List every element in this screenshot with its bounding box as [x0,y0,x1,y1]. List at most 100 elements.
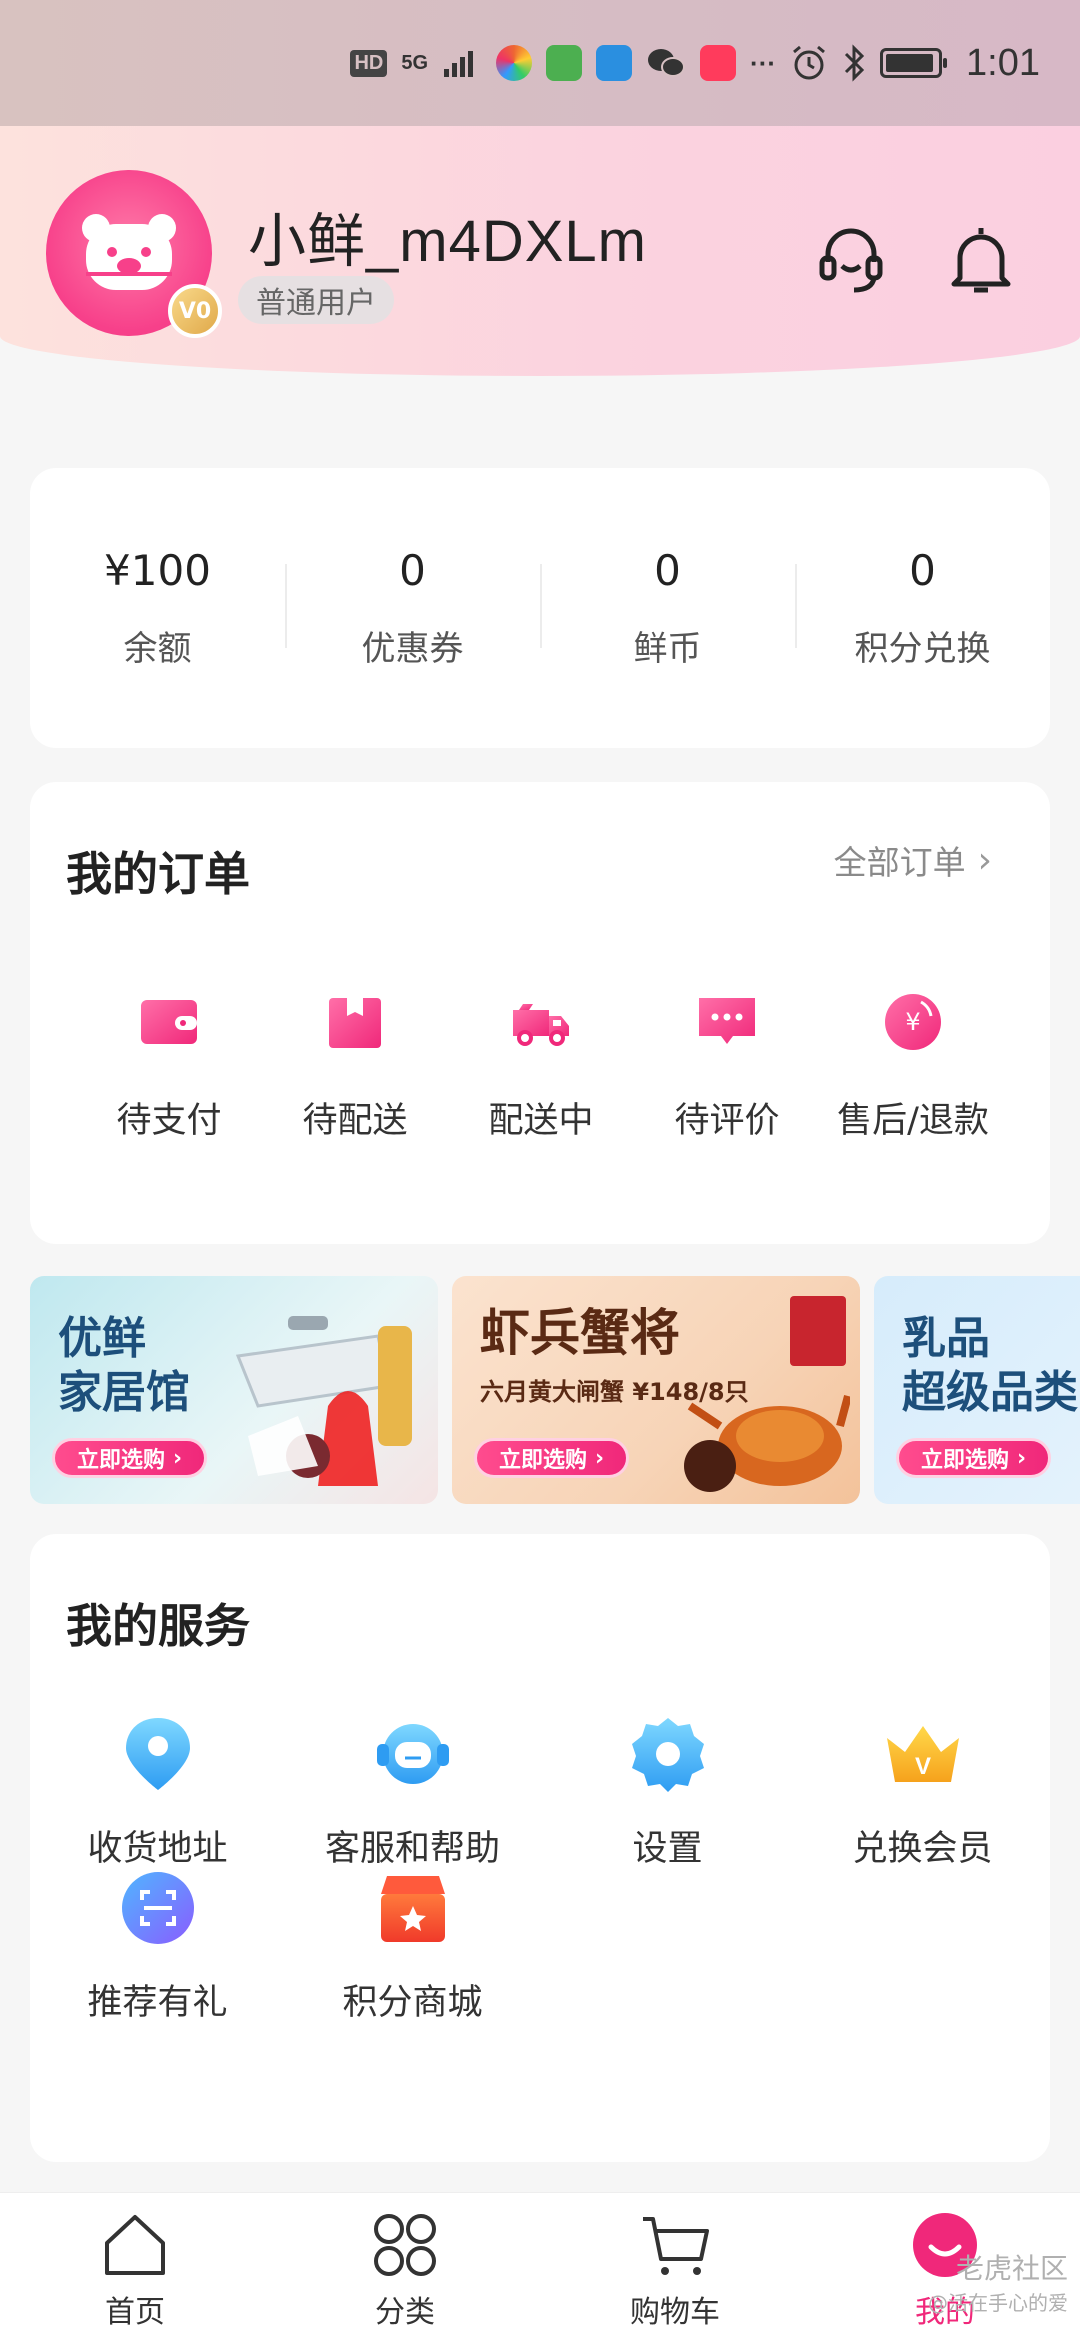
my-orders-card: 我的订单 全部订单 › 待支付 待配送 配送中 待评价 ¥ 售后/退款 [30,782,1050,1244]
transit-app-icon [596,45,633,81]
service-address[interactable]: 收货地址 [30,1714,285,1871]
battery-icon [880,48,948,78]
promo-banner-dairy[interactable]: 乳品 超级品类 立即选购 › [874,1276,1080,1504]
svg-text:V: V [914,1753,930,1780]
bear-mascot-icon [82,214,176,290]
chevron-right-icon: › [977,839,992,881]
svg-text:¥: ¥ [905,1008,920,1036]
order-label: 待配送 [302,1101,408,1141]
order-label: 待支付 [116,1101,222,1141]
nav-label: 首页 [105,2295,165,2330]
order-in-delivery[interactable]: 配送中 [448,990,634,1143]
bluetooth-icon [844,44,865,82]
delivery-truck-icon [513,1004,569,1046]
watermark: 老虎社区 @活在手心的爱 [928,2252,1068,2315]
service-referral[interactable]: 推荐有礼 [30,1868,285,2025]
location-pin-icon [125,1718,190,1790]
wechat-icon [648,49,686,77]
more-notifications: ··· [750,47,777,78]
network-label: 5G [401,51,429,74]
user-level-badge: 普通用户 [238,276,394,324]
sports-app-icon [546,45,583,81]
clock: 1:01 [966,41,1040,84]
nav-label: 分类 [375,2295,435,2330]
stat-label: 优惠券 [361,629,464,669]
bottom-navigation: 首页 分类 购物车 我的 老虎社区 @活在手心的爱 [0,2192,1080,2340]
service-label: 设置 [632,1829,703,1869]
nav-label: 购物车 [630,2295,720,2330]
package-icon [329,998,381,1048]
stat-coupons[interactable]: 0 优惠券 [285,546,540,670]
refund-icon: ¥ [885,994,941,1050]
stat-label: 鲜币 [633,629,702,669]
banner-title: 虾兵蟹将 [480,1304,680,1362]
order-refund[interactable]: ¥ 售后/退款 [820,990,1006,1143]
profile-header: V0 小鲜_m4DXLm 普通用户 [0,126,1080,376]
order-label: 售后/退款 [837,1101,989,1141]
service-customer-support[interactable]: 客服和帮助 [285,1714,540,1871]
settings-gear-icon [631,1718,704,1792]
bell-icon[interactable] [946,222,1016,298]
wallet-icon [141,1000,197,1044]
service-label: 兑换会员 [852,1829,993,1869]
customer-service-icon [376,1724,449,1784]
promo-banner-crab[interactable]: 虾兵蟹将 六月黄大闸蟹 ¥148/8只 立即选购 › [452,1276,860,1504]
status-bar: HD 5G ··· 1:01 [0,0,1080,126]
home-products-image [235,1316,412,1486]
stat-balance[interactable]: ¥100 余额 [30,546,285,670]
stat-label: 积分兑换 [854,629,991,669]
account-stats-card: ¥100 余额 0 优惠券 0 鲜币 0 积分兑换 [30,468,1050,748]
signal-icon [444,51,474,77]
stat-label: 余额 [123,629,192,669]
order-label: 待评价 [674,1101,780,1141]
comment-icon [699,998,755,1044]
all-orders-link[interactable]: 全部订单 › [834,836,992,884]
vip-level-badge: V0 [168,284,222,338]
video-app-icon [700,45,737,81]
shop-now-button[interactable]: 立即选购 › [474,1438,630,1478]
stat-value: 0 [909,546,936,595]
category-grid-icon [374,2214,436,2276]
order-pending-delivery[interactable]: 待配送 [262,990,448,1143]
crab-image [684,1296,850,1492]
scan-icon [121,1872,194,1944]
home-icon [105,2215,165,2275]
order-status-row: 待支付 待配送 配送中 待评价 ¥ 售后/退款 [30,990,1050,1143]
service-label: 积分商城 [342,1983,483,2023]
shop-now-button[interactable]: 立即选购 › [52,1438,208,1478]
service-label: 收货地址 [87,1829,228,1869]
nav-home[interactable]: 首页 [0,2193,270,2340]
points-store-icon [380,1876,445,1942]
order-pending-payment[interactable]: 待支付 [76,990,262,1143]
stat-coins[interactable]: 0 鲜币 [540,546,795,670]
service-label: 推荐有礼 [87,1983,228,2023]
service-label: 客服和帮助 [324,1829,500,1869]
nav-category[interactable]: 分类 [270,2193,540,2340]
banner-title: 优鲜 家居馆 [58,1313,190,1418]
alarm-icon [793,45,825,80]
username: 小鲜_m4DXLm [248,209,647,274]
stat-points[interactable]: 0 积分兑换 [795,546,1050,670]
banner-title: 乳品 超级品类 [902,1313,1078,1418]
nav-cart[interactable]: 购物车 [540,2193,810,2340]
cart-icon [643,2217,709,2275]
shop-now-button[interactable]: 立即选购 › [896,1438,1052,1478]
stat-value: ¥100 [104,546,211,595]
hd-indicator: HD [350,49,388,77]
order-label: 配送中 [488,1101,594,1141]
service-settings[interactable]: 设置 [540,1714,795,1871]
stat-value: 0 [399,546,426,595]
headset-icon[interactable] [816,222,886,298]
services-title: 我的服务 [66,1599,250,1653]
app-notification-icon [496,45,533,81]
service-redeem-vip[interactable]: V 兑换会员 [795,1714,1050,1871]
promo-banner-carousel[interactable]: 优鲜 家居馆 立即选购› 虾兵蟹将 六月黄大闸蟹 ¥148/8只 立即选购› [30,1276,1080,1504]
promo-banner-home[interactable]: 优鲜 家居馆 立即选购 › [30,1276,438,1504]
order-pending-review[interactable]: 待评价 [634,990,820,1143]
service-points-store[interactable]: 积分商城 [285,1868,540,2025]
orders-title: 我的订单 [66,847,250,901]
vip-crown-icon: V [886,1726,959,1782]
stat-value: 0 [654,546,681,595]
all-orders-label: 全部订单 [833,843,966,882]
my-services-card: 我的服务 收货地址 客服和帮助 设置 V 兑换会员 推荐有礼 积分商城 [30,1534,1050,2162]
